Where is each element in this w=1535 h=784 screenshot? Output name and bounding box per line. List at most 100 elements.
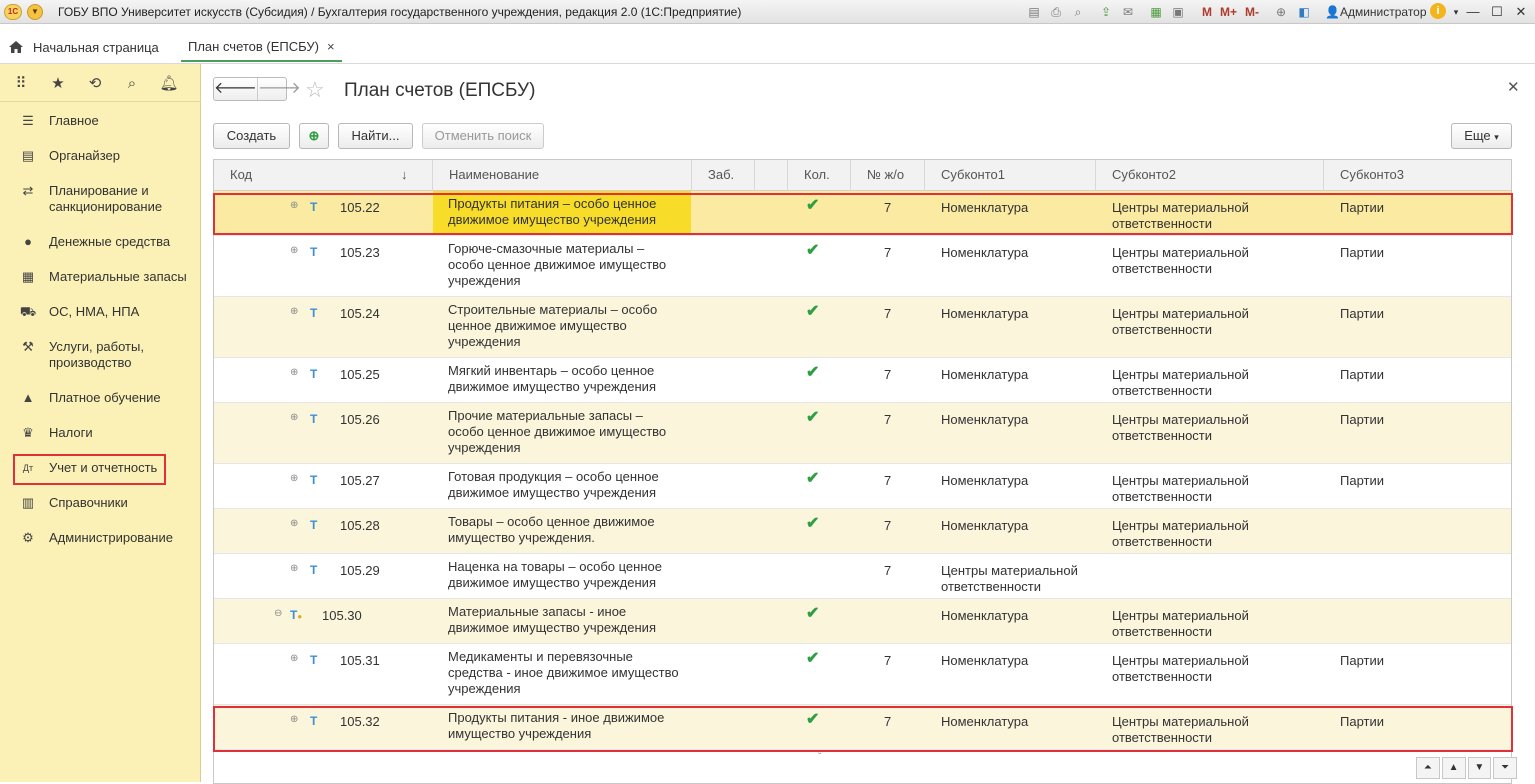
column-header-off-balance[interactable]: Заб. <box>692 160 755 191</box>
cell-subconto3: Партии <box>1340 473 1384 488</box>
table-row[interactable]: ⊕ T 105.27 Готовая продукция – особо ценное… <box>214 464 1511 509</box>
home-icon <box>9 41 23 53</box>
sidebar-item-catalogs[interactable]: ▥ Справочники <box>19 495 189 511</box>
sidebar-item-money[interactable]: ● Денежные средства <box>19 234 189 250</box>
column-header-code[interactable]: Код ↓ <box>214 160 433 191</box>
sidebar-item-planning[interactable]: ⇄ Планирование и санкционирование <box>19 183 189 215</box>
grid-menu-icon[interactable]: ⠿ <box>11 74 31 94</box>
memory-button[interactable]: M <box>1202 4 1212 20</box>
cell-subconto2: Центры материальной ответственности <box>1112 608 1249 639</box>
table-row[interactable]: ⊕ T 105.31 Медикаменты и перевязочные средс… <box>214 644 1511 705</box>
column-header-subconto1[interactable]: Субконто1 <box>925 160 1096 191</box>
expand-icon[interactable]: ⊕ <box>290 473 298 485</box>
scroll-top-icon[interactable]: ⏶ <box>1416 757 1440 779</box>
history-icon[interactable]: ⟲ <box>85 74 105 94</box>
cell-code: 105.31 <box>340 653 380 668</box>
table-row[interactable]: ⊕ T 105.29 Наценка на товары – особо ценное… <box>214 554 1511 599</box>
close-icon[interactable]: × <box>327 39 335 54</box>
table-row[interactable]: ⊕ T 105.22 Продукты питания – особо ценное … <box>214 191 1511 236</box>
column-header-journal[interactable]: № ж/о <box>851 160 925 191</box>
column-header-blank[interactable] <box>755 160 788 191</box>
scroll-up-icon[interactable]: ▲ <box>1441 757 1466 779</box>
user-name[interactable]: 👤Администратор <box>1325 5 1427 19</box>
upload-icon[interactable]: ⇪ <box>1098 4 1114 20</box>
expand-icon[interactable]: ⊕ <box>290 412 298 424</box>
cell-subconto1: Номенклатура <box>941 518 1029 533</box>
back-arrow-icon[interactable]: 🡐 <box>214 78 257 100</box>
accounts-table: Код ↓ Наименование Заб. Кол. № ж/о Субко… <box>213 159 1512 784</box>
cell-name: Горюче-смазочные материалы – особо ценно… <box>448 241 667 288</box>
column-header-subconto3[interactable]: Субконто3 <box>1324 160 1511 191</box>
expand-icon[interactable]: ⊕ <box>290 518 298 530</box>
sections-panel: ⠿ ★ ⟲ ⌕ 🔔︎ ☰ Главное ▤ Органайзер ⇄ План… <box>0 64 201 782</box>
minimize-button[interactable]: — <box>1462 2 1484 22</box>
history-nav: 🡐 🡒 <box>213 77 301 101</box>
star-icon[interactable]: ★ <box>48 74 68 94</box>
table-row[interactable]: ⊕ T 105.26 Прочие материальные запасы – осо… <box>214 403 1511 464</box>
main-menu-icon[interactable]: ▼ <box>27 4 43 20</box>
table-row[interactable]: ⊕ T 105.24 Строительные материалы – особо ц… <box>214 297 1511 358</box>
tab-home[interactable]: Начальная страница <box>8 34 159 60</box>
expand-icon[interactable]: ⊕ <box>290 245 298 257</box>
tab-chart-of-accounts[interactable]: План счетов (ЕПСБУ) × <box>181 32 342 62</box>
bell-icon[interactable]: 🔔︎ <box>159 74 179 94</box>
memory-plus-button[interactable]: M+ <box>1220 4 1237 20</box>
checkmark-icon: ✔ <box>806 605 820 622</box>
create-button[interactable]: Создать <box>213 123 290 149</box>
form-area: 🡐 🡒 ☆ План счетов (ЕПСБУ) ✕ Создать ⊕ На… <box>201 64 1535 784</box>
cell-name: Материальные запасы - иное движимое имущ… <box>448 604 656 635</box>
close-window-button[interactable]: ✕ <box>1510 2 1532 22</box>
copy-add-icon[interactable]: ⊕ <box>299 123 329 149</box>
table-row[interactable]: ⊕ T 105.32 Продукты питания - иное движимое… <box>214 705 1511 750</box>
sidebar-item-services[interactable]: ⚒ Услуги, работы, производство <box>19 339 189 371</box>
table-row[interactable]: ⊕ T 105.25 Мягкий инвентарь – особо ценное … <box>214 358 1511 403</box>
sidebar-item-organizer[interactable]: ▤ Органайзер <box>19 148 189 164</box>
cell-code: 105.24 <box>340 306 380 321</box>
sidebar-item-taxes[interactable]: ♛ Налоги <box>19 425 189 441</box>
sidebar-item-education[interactable]: ▲ Платное обучение <box>19 390 189 406</box>
expand-icon[interactable]: ⊕ <box>290 653 298 665</box>
checkmark-icon: ✔ <box>806 364 820 381</box>
memory-minus-button[interactable]: M- <box>1245 4 1259 20</box>
more-button[interactable]: Еще ▾ <box>1451 123 1512 149</box>
search-icon[interactable]: ⌕ <box>122 74 142 94</box>
print-icon[interactable]: ⎙ <box>1048 4 1064 20</box>
preview-icon[interactable]: ⌕ <box>1070 4 1086 20</box>
panel-icon[interactable]: ◧ <box>1296 4 1312 20</box>
tab-home-label: Начальная страница <box>33 39 159 55</box>
info-icon[interactable]: i <box>1430 3 1446 19</box>
sidebar-item-main[interactable]: ☰ Главное <box>19 113 189 129</box>
cancel-search-button[interactable]: Отменить поиск <box>422 123 544 149</box>
expand-icon[interactable]: ⊕ <box>290 306 298 318</box>
close-form-icon[interactable]: ✕ <box>1507 78 1520 96</box>
mail-icon[interactable]: ✉ <box>1120 4 1136 20</box>
sidebar-item-inventory[interactable]: ▦ Материальные запасы <box>19 269 189 285</box>
sidebar-item-fixed-assets[interactable]: ⛟ ОС, НМА, НПА <box>19 304 189 320</box>
forward-arrow-icon[interactable]: 🡒 <box>256 78 301 100</box>
table-row[interactable]: ⊖ T● 105.30 Материальные запасы - иное движ… <box>214 599 1511 644</box>
column-header-subconto2[interactable]: Субконто2 <box>1096 160 1324 191</box>
column-header-qty[interactable]: Кол. <box>788 160 851 191</box>
scroll-bottom-icon[interactable]: ⏷ <box>1493 757 1517 779</box>
column-header-name[interactable]: Наименование <box>433 160 692 191</box>
expand-icon[interactable]: ⊕ <box>290 367 298 379</box>
maximize-button[interactable]: ☐ <box>1486 2 1508 22</box>
checkmark-icon: ✔ <box>806 242 820 259</box>
expand-icon[interactable]: ⊕ <box>290 563 298 575</box>
scroll-down-icon[interactable]: ▼ <box>1467 757 1492 779</box>
sidebar-item-administration[interactable]: ⚙ Администрирование <box>19 530 189 546</box>
calendar-icon[interactable]: ▣ <box>1170 4 1186 20</box>
expand-icon[interactable]: ⊕ <box>290 200 298 212</box>
cell-subconto3: Партии <box>1340 306 1384 321</box>
collapse-icon[interactable]: ⊖ <box>274 608 282 620</box>
favorite-star-icon[interactable]: ☆ <box>305 78 325 102</box>
cell-journal: 7 <box>884 306 892 321</box>
zoom-icon[interactable]: ⊕ <box>1273 4 1289 20</box>
sidebar-toolbar: ⠿ ★ ⟲ ⌕ 🔔︎ <box>0 64 201 102</box>
table-row[interactable]: ⊕ T 105.23 Горюче-смазочные материалы – осо… <box>214 236 1511 297</box>
table-row[interactable]: ⊕ T 105.28 Товары – особо ценное движимое и… <box>214 509 1511 554</box>
calculator-icon[interactable]: ▦ <box>1148 4 1164 20</box>
find-button[interactable]: Найти... <box>338 123 413 149</box>
save-icon[interactable]: ▤ <box>1026 4 1042 20</box>
expand-icon[interactable]: ⊕ <box>290 714 298 726</box>
